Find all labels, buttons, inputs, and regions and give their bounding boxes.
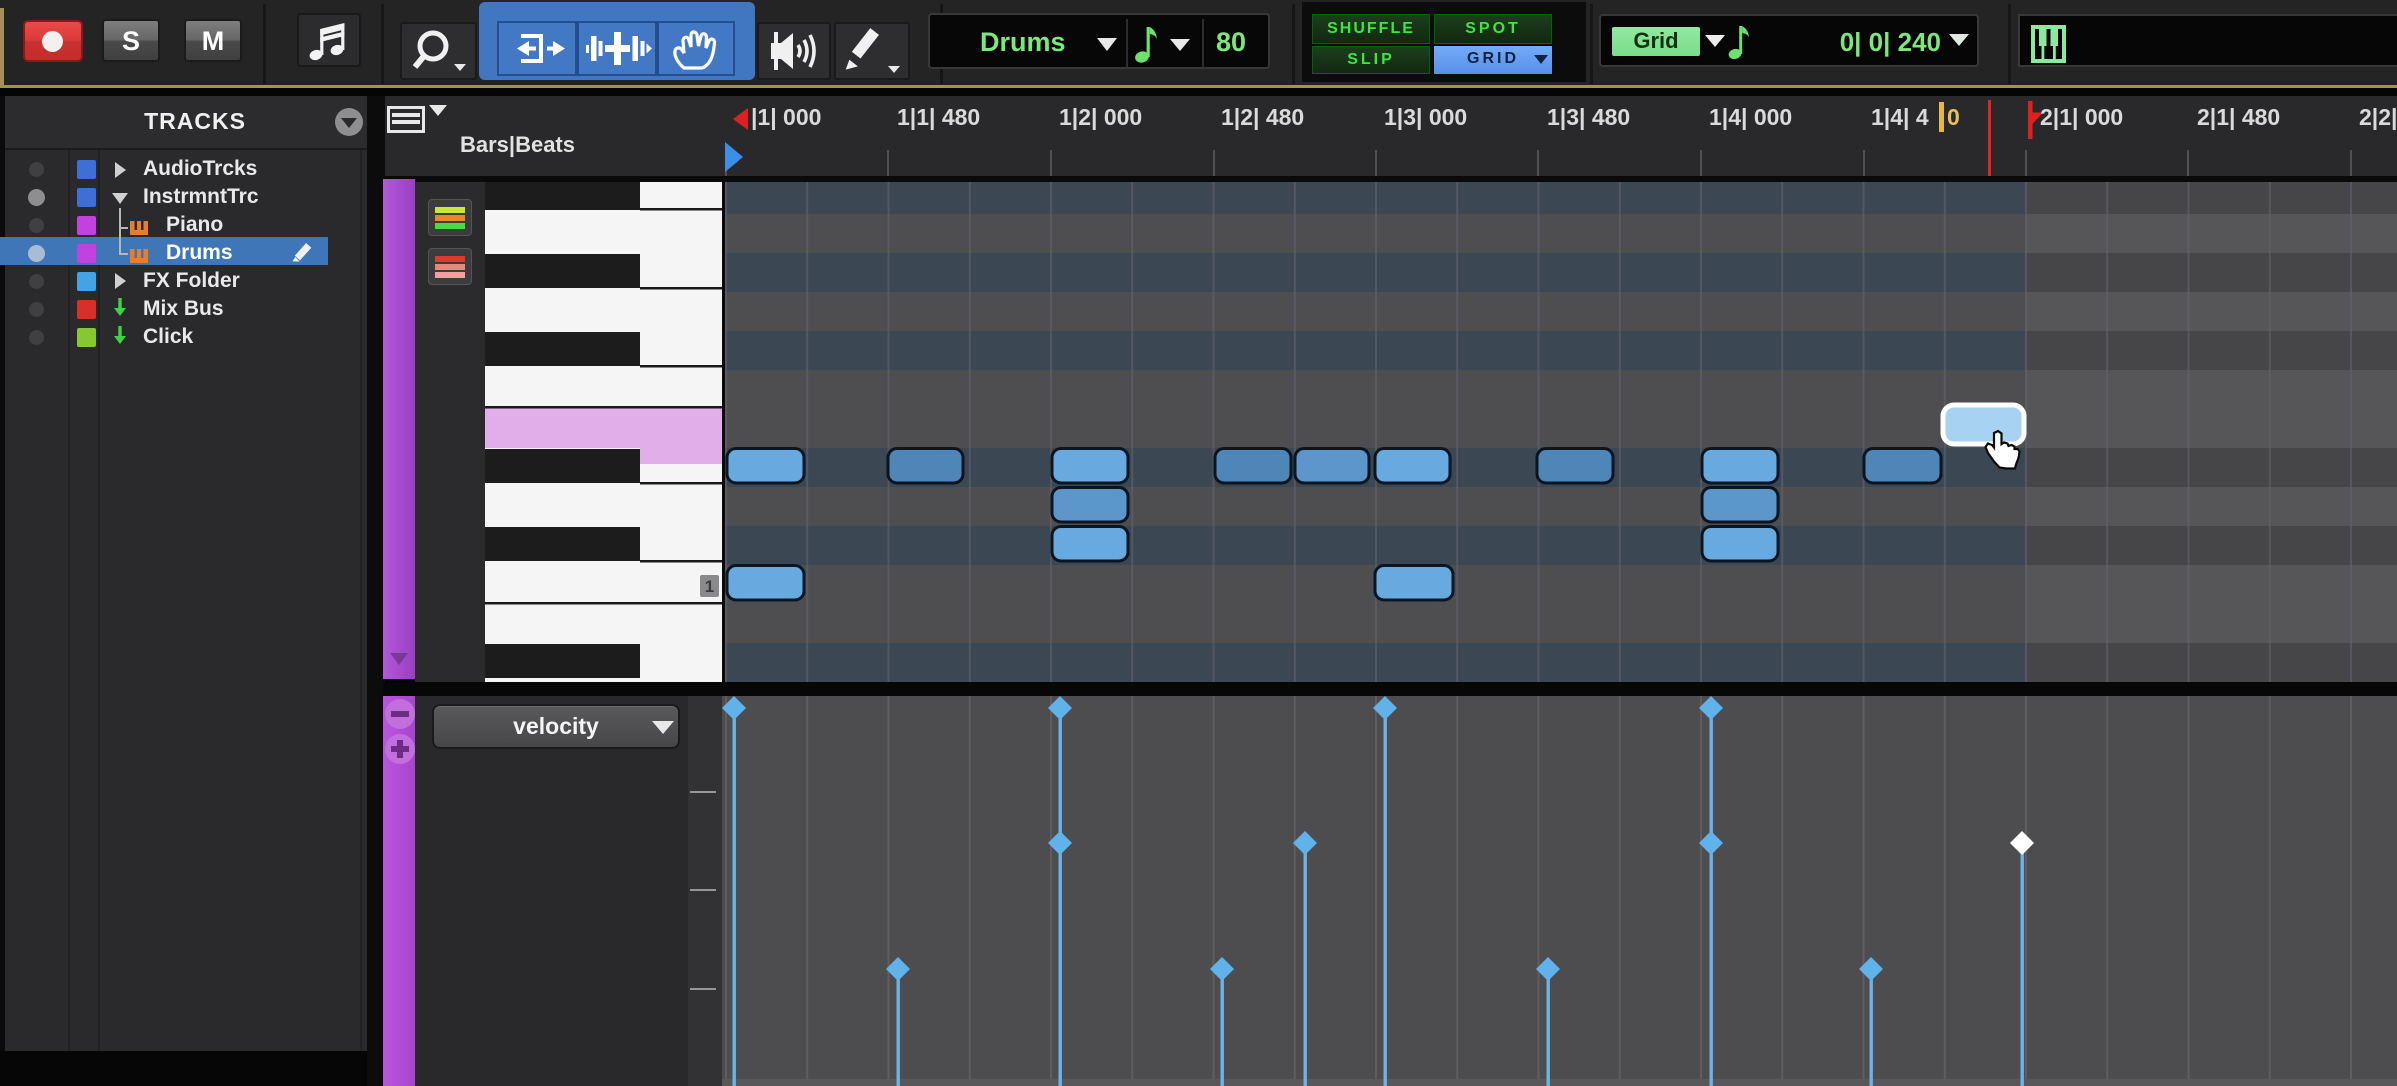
- svg-text:1: 1: [705, 577, 714, 596]
